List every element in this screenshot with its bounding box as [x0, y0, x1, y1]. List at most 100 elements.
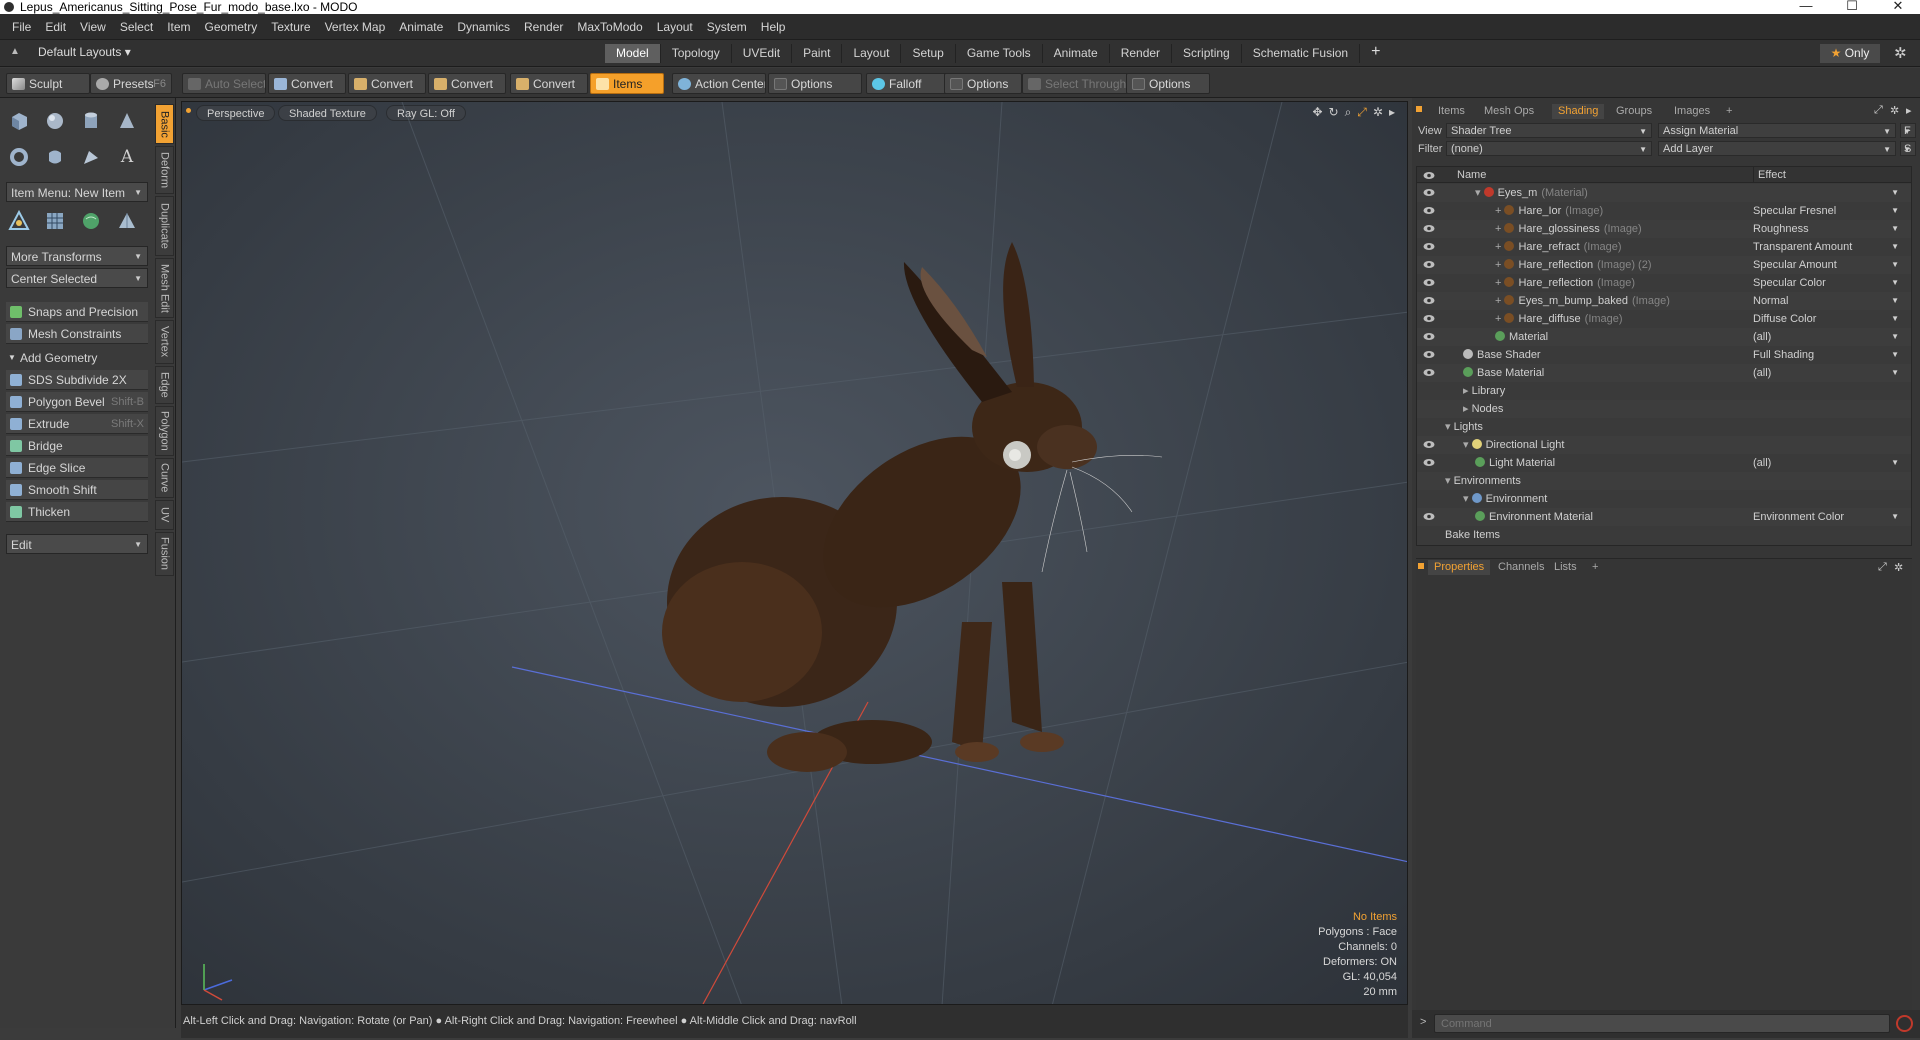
props-gear-icon[interactable]: ✲ — [1894, 561, 1903, 574]
cylinder-primitive-icon[interactable] — [76, 106, 106, 136]
effect-dropdown[interactable]: Specular Amount — [1753, 256, 1903, 274]
tree-row[interactable]: Material (all) — [1417, 328, 1911, 346]
rtab-images[interactable]: Images — [1668, 104, 1716, 119]
add-layer-dropdown[interactable]: Add Layer — [1658, 141, 1896, 157]
expand-toggle-icon[interactable]: ▾ — [1475, 187, 1484, 199]
sds-subdivide-button[interactable]: SDS Subdivide 2X — [6, 370, 148, 390]
expand-toggle-icon[interactable]: ▸ — [1463, 403, 1472, 415]
visibility-eye-icon[interactable] — [1423, 314, 1435, 323]
tree-row[interactable]: ▸ Nodes — [1417, 400, 1911, 418]
smooth-shift-button[interactable]: Smooth Shift — [6, 480, 148, 500]
select-through-button[interactable]: Select Through — [1022, 73, 1128, 94]
tree-row[interactable]: ▾ Environments — [1417, 472, 1911, 490]
hare-model[interactable] — [662, 242, 1163, 772]
tree-row[interactable]: ▸ Library — [1417, 382, 1911, 400]
tree-row[interactable]: + Hare_refract (Image) Transparent Amount — [1417, 238, 1911, 256]
ptab-lists[interactable]: Lists — [1548, 560, 1583, 575]
rtab-groups[interactable]: Groups — [1610, 104, 1658, 119]
edge-slice-button[interactable]: Edge Slice — [6, 458, 148, 478]
close-button[interactable]: ✕ — [1878, 0, 1918, 14]
text-tool-icon[interactable]: A — [112, 142, 142, 172]
minimize-button[interactable]: — — [1786, 0, 1826, 14]
col-effect[interactable]: Effect — [1753, 167, 1786, 183]
expand-toggle-icon[interactable]: ▾ — [1463, 439, 1472, 451]
expand-toggle-icon[interactable]: ▸ — [1463, 385, 1472, 397]
menu-geometry[interactable]: Geometry — [198, 14, 265, 40]
visibility-eye-icon[interactable] — [1423, 350, 1435, 359]
tab-animate[interactable]: Animate — [1043, 44, 1110, 63]
tree-row[interactable]: + Hare_reflection (Image) Specular Color — [1417, 274, 1911, 292]
items-mode-button[interactable]: Items — [590, 73, 664, 94]
cube-primitive-icon[interactable] — [4, 106, 34, 136]
tab-topology[interactable]: Topology — [661, 44, 732, 63]
pen-tool-icon[interactable] — [76, 142, 106, 172]
ptab-properties[interactable]: Properties — [1428, 560, 1491, 575]
item-menu-dropdown[interactable]: Item Menu: New Item — [6, 182, 148, 203]
effect-dropdown[interactable]: Roughness — [1753, 220, 1903, 238]
gear-icon[interactable]: ✲ — [1894, 44, 1907, 62]
rtab-shading[interactable]: Shading — [1552, 104, 1605, 119]
tree-row[interactable]: Environment Material Environment Color — [1417, 508, 1911, 526]
record-icon[interactable] — [1896, 1015, 1913, 1032]
sphere-primitive-icon[interactable] — [40, 106, 70, 136]
expand-toggle-icon[interactable]: + — [1495, 295, 1504, 307]
menu-edit[interactable]: Edit — [38, 14, 73, 40]
cone-primitive-icon[interactable] — [112, 106, 142, 136]
vtab-deform[interactable]: Deform — [155, 146, 174, 194]
convert-button-3[interactable]: Convert — [428, 73, 506, 94]
menu-help[interactable]: Help — [754, 14, 793, 40]
bridge-button[interactable]: Bridge — [6, 436, 148, 456]
visibility-eye-icon[interactable] — [1423, 512, 1435, 521]
visibility-eye-icon[interactable] — [1423, 278, 1435, 287]
panel-menu-icon[interactable] — [1416, 106, 1422, 112]
menu-vertex-map[interactable]: Vertex Map — [318, 14, 393, 40]
expand-toggle-icon[interactable]: + — [1495, 223, 1504, 235]
menu-view[interactable]: View — [73, 14, 113, 40]
tree-row[interactable]: + Hare_Ior (Image) Specular Fresnel — [1417, 202, 1911, 220]
convert-button-4[interactable]: Convert — [510, 73, 588, 94]
center-selected-dropdown[interactable]: Center Selected — [6, 268, 148, 289]
visibility-eye-icon[interactable] — [1423, 440, 1435, 449]
tree-row[interactable]: Base Material (all) — [1417, 364, 1911, 382]
menu-system[interactable]: System — [700, 14, 754, 40]
menu-render[interactable]: Render — [517, 14, 570, 40]
add-tab-button[interactable]: + — [1360, 44, 1391, 63]
expand-toggle-icon[interactable]: ▾ — [1445, 475, 1454, 487]
rtab-items[interactable]: Items — [1432, 104, 1471, 119]
tab-schematic-fusion[interactable]: Schematic Fusion — [1242, 44, 1361, 63]
presets-button[interactable]: Presets F6 — [90, 73, 172, 94]
col-name[interactable]: Name — [1457, 167, 1486, 183]
menu-file[interactable]: File — [0, 14, 38, 40]
vtab-basic[interactable]: Basic — [155, 104, 174, 144]
tree-row[interactable]: ▾ Eyes_m (Material) — [1417, 184, 1911, 202]
effect-dropdown[interactable]: Transparent Amount — [1753, 238, 1903, 256]
tab-paint[interactable]: Paint — [792, 44, 843, 63]
filter-dropdown[interactable]: (none) — [1446, 141, 1652, 157]
only-toggle[interactable]: ★ Only — [1820, 44, 1880, 63]
visibility-eye-icon[interactable] — [1423, 188, 1435, 197]
tab-uvedit[interactable]: UVEdit — [732, 44, 793, 63]
convert-button-2[interactable]: Convert — [348, 73, 426, 94]
globe-icon[interactable] — [76, 206, 106, 236]
add-layer-key[interactable]: S — [1900, 141, 1916, 157]
vtab-curve[interactable]: Curve — [155, 458, 174, 498]
vtab-duplicate[interactable]: Duplicate — [155, 196, 174, 256]
ptab-add-button[interactable]: + — [1586, 560, 1604, 575]
effect-dropdown[interactable]: Environment Color — [1753, 508, 1903, 526]
convert-button-1[interactable]: Convert — [268, 73, 346, 94]
ptab-channels[interactable]: Channels — [1492, 560, 1550, 575]
effect-dropdown[interactable]: (all) — [1753, 328, 1903, 346]
tab-model[interactable]: Model — [605, 44, 661, 63]
visibility-eye-icon[interactable] — [1423, 332, 1435, 341]
auto-select-button[interactable]: Auto Select — [182, 73, 266, 94]
menu-dynamics[interactable]: Dynamics — [450, 14, 517, 40]
3d-viewport[interactable]: Perspective Shaded Texture Ray GL: Off ✥… — [181, 101, 1408, 1005]
expand-toggle-icon[interactable]: ▾ — [1463, 493, 1472, 505]
rtab-add-button[interactable]: + — [1720, 104, 1738, 119]
effect-dropdown[interactable]: (all) — [1753, 364, 1903, 382]
options-button-3[interactable]: Options — [1126, 73, 1210, 94]
capsule-primitive-icon[interactable] — [40, 142, 70, 172]
effect-dropdown[interactable]: Specular Color — [1753, 274, 1903, 292]
pyramid-icon[interactable] — [112, 206, 142, 236]
options-button-1[interactable]: Options — [768, 73, 862, 94]
